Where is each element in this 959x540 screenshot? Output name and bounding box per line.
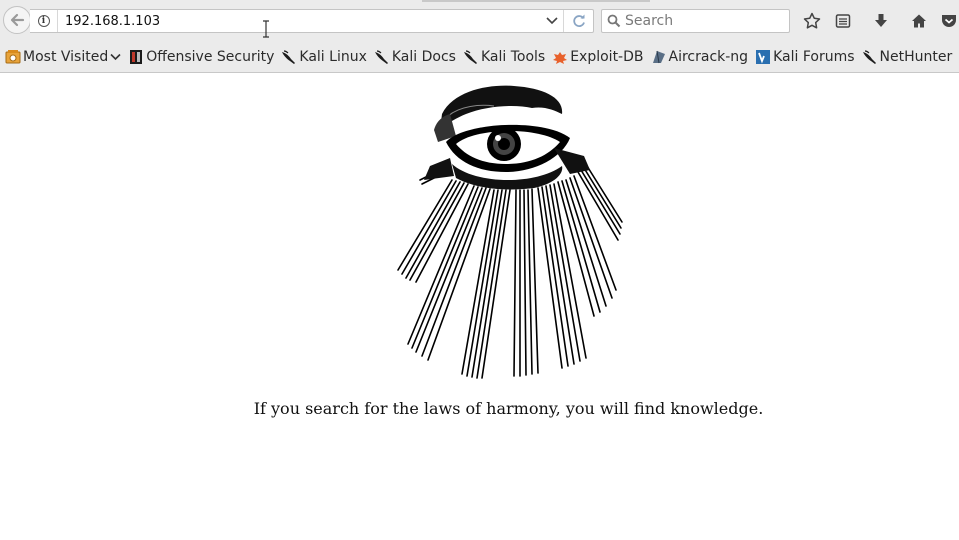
bookmark-kali-docs[interactable]: Kali Docs xyxy=(373,45,459,69)
search-bar[interactable] xyxy=(601,9,790,33)
most-visited-icon xyxy=(5,49,21,65)
url-history-dropdown[interactable] xyxy=(541,10,563,32)
text-cursor-icon xyxy=(263,20,269,38)
bookmark-exploit-db[interactable]: Exploit-DB xyxy=(551,45,646,69)
list-icon xyxy=(835,14,851,28)
offensive-security-icon xyxy=(128,49,144,65)
bookmark-label: Exploit-DB xyxy=(570,48,644,65)
bookmark-kali-linux[interactable]: Kali Linux xyxy=(280,45,369,69)
info-icon: i xyxy=(37,15,50,27)
bookmark-star-button[interactable] xyxy=(799,9,825,33)
bookmark-label: Offensive Security xyxy=(146,48,275,65)
all-seeing-eye-illustration xyxy=(397,85,623,379)
reading-list-button[interactable] xyxy=(830,9,856,33)
bookmark-offensive-security[interactable]: Offensive Security xyxy=(127,45,277,69)
exploit-db-icon xyxy=(552,49,568,65)
bookmarks-toolbar: Most Visited Offensive Security Kali Lin… xyxy=(0,41,959,73)
site-info-button[interactable]: i xyxy=(30,10,58,32)
url-text[interactable]: 192.168.1.103 xyxy=(58,14,541,29)
search-input[interactable] xyxy=(621,13,781,29)
bookmark-label: Most Visited xyxy=(23,48,109,65)
navigation-toolbar: i 192.168.1.103 xyxy=(0,0,959,41)
bookmark-label: Kali Tools xyxy=(480,48,546,65)
page-quote-text: If you search for the laws of harmony, y… xyxy=(253,399,764,418)
bookmark-label: Kali Docs xyxy=(391,48,456,65)
kali-dragon-icon xyxy=(374,49,390,65)
kali-dragon-icon xyxy=(281,49,297,65)
bookmark-label: NetHunter xyxy=(879,48,953,65)
bookmark-label: Aircrack-ng xyxy=(668,48,749,65)
back-button[interactable] xyxy=(3,6,31,34)
downloads-button[interactable] xyxy=(868,9,894,33)
bookmark-most-visited[interactable]: Most Visited xyxy=(4,45,124,69)
home-button[interactable] xyxy=(906,9,932,33)
url-bar[interactable]: i 192.168.1.103 xyxy=(30,9,594,33)
bookmark-label: Kali Forums xyxy=(773,48,855,65)
back-arrow-icon xyxy=(10,13,25,27)
star-icon xyxy=(803,12,821,29)
kali-dragon-icon xyxy=(463,49,479,65)
kali-forums-icon xyxy=(755,49,771,65)
bookmark-kali-forums[interactable]: Kali Forums xyxy=(754,45,857,69)
chevron-down-icon xyxy=(110,53,121,60)
page-content: If you search for the laws of harmony, y… xyxy=(0,74,959,540)
aircrack-icon xyxy=(651,49,667,65)
tab-strip-edge xyxy=(422,0,650,2)
kali-dragon-icon xyxy=(862,49,878,65)
bookmark-label: Kali Linux xyxy=(299,48,367,65)
reload-icon xyxy=(572,14,585,27)
bookmark-aircrack-ng[interactable]: Aircrack-ng xyxy=(650,45,752,69)
pocket-button[interactable] xyxy=(940,9,959,33)
bookmark-kali-tools[interactable]: Kali Tools xyxy=(462,45,548,69)
pocket-icon xyxy=(942,15,956,27)
download-arrow-icon xyxy=(875,14,887,27)
chevron-down-icon xyxy=(546,17,558,25)
bookmark-nethunter[interactable]: NetHunter xyxy=(861,45,956,69)
reload-button[interactable] xyxy=(563,10,593,32)
home-icon xyxy=(912,14,926,28)
search-icon xyxy=(607,14,621,28)
